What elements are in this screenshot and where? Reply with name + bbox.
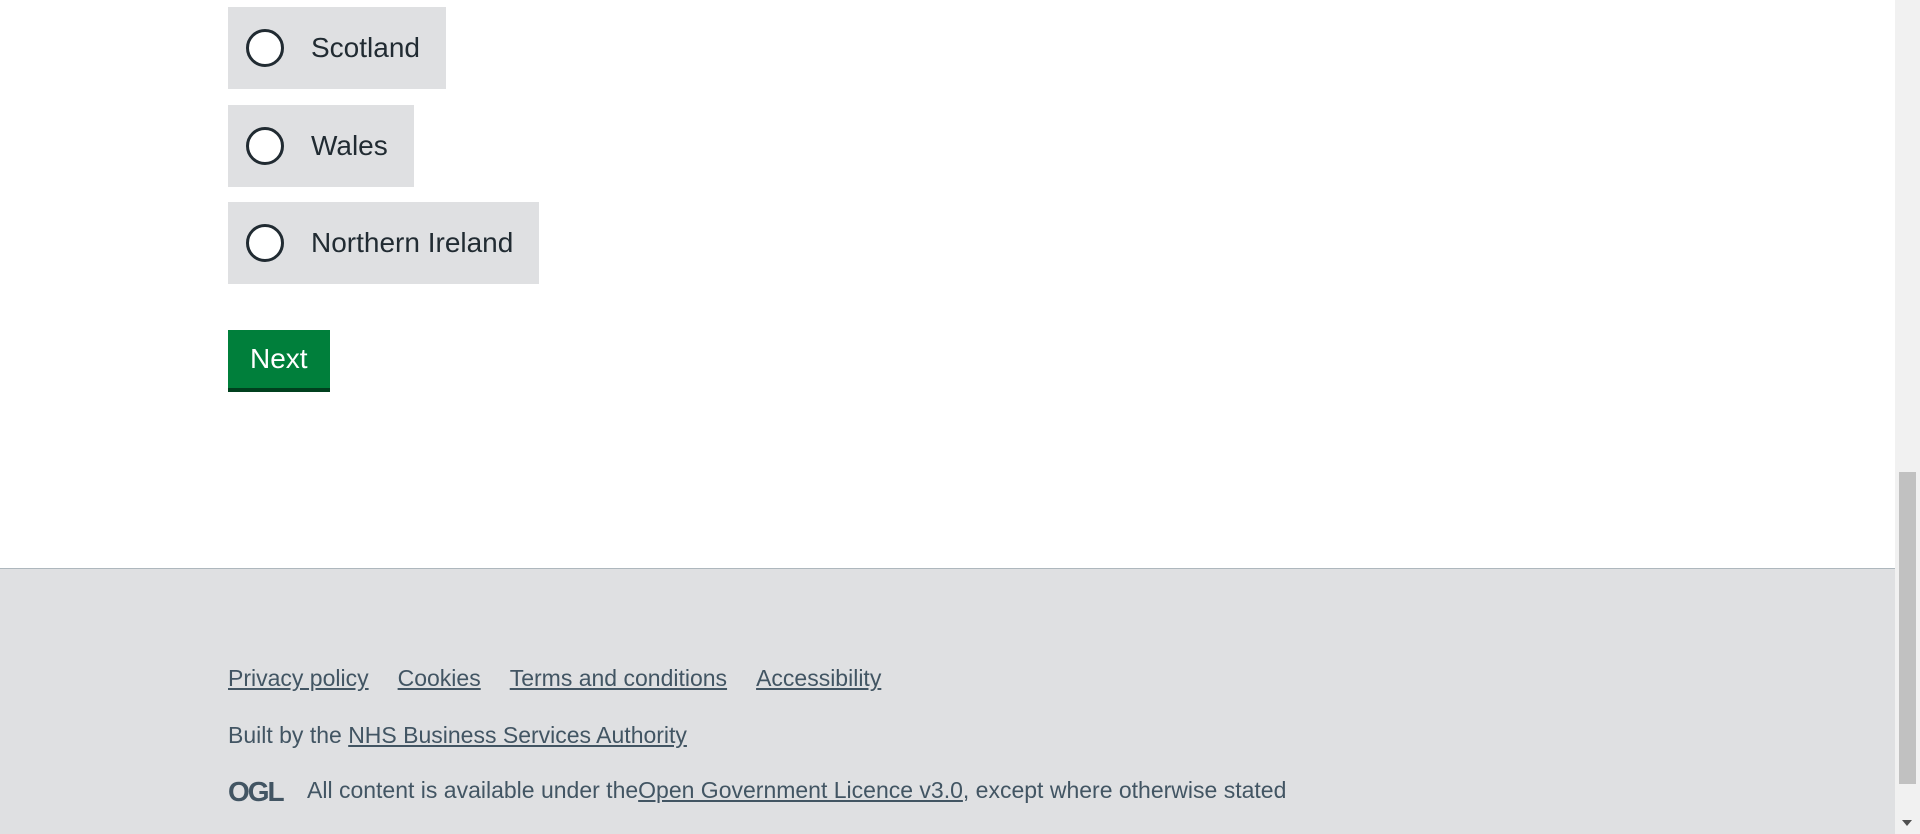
accessibility-link[interactable]: Accessibility [756, 665, 881, 692]
privacy-policy-link[interactable]: Privacy policy [228, 665, 369, 692]
radio-label[interactable]: Wales [311, 130, 388, 162]
open-government-licence-link[interactable]: Open Government Licence v3.0 [638, 777, 963, 804]
licence-text: OGL All content is available under the O… [228, 777, 1286, 804]
licence-suffix: , except where otherwise stated [962, 777, 1287, 803]
radio-button[interactable] [246, 29, 284, 67]
radio-button[interactable] [246, 127, 284, 165]
scrollbar-thumb[interactable] [1899, 472, 1916, 784]
radio-option-wales[interactable]: Wales [228, 105, 414, 187]
cookies-link[interactable]: Cookies [398, 665, 481, 692]
next-button[interactable]: Next [228, 330, 330, 392]
radio-button[interactable] [246, 224, 284, 262]
footer-links: Privacy policy Cookies Terms and conditi… [228, 665, 881, 692]
radio-label[interactable]: Northern Ireland [311, 227, 513, 259]
scroll-down-arrow-icon[interactable] [1902, 820, 1912, 826]
ogl-logo-icon: OGL [228, 778, 287, 804]
ogl-logo-text: OGL [228, 778, 285, 804]
terms-and-conditions-link[interactable]: Terms and conditions [510, 665, 727, 692]
viewport: Scotland Wales Northern Ireland Next Pri… [0, 0, 1895, 834]
nhs-bsa-link[interactable]: NHS Business Services Authority [348, 722, 687, 748]
radio-label[interactable]: Scotland [311, 32, 420, 64]
radio-option-northern-ireland[interactable]: Northern Ireland [228, 202, 540, 284]
footer: Privacy policy Cookies Terms and conditi… [0, 568, 1895, 834]
built-by-prefix: Built by the [228, 722, 349, 748]
main-content: Scotland Wales Northern Ireland Next [0, 0, 1895, 568]
page: Scotland Wales Northern Ireland Next Pri… [0, 0, 1920, 834]
built-by-text: Built by the NHS Business Services Autho… [228, 722, 687, 749]
licence-prefix: All content is available under the [307, 777, 639, 803]
vertical-scrollbar[interactable] [1895, 0, 1920, 834]
radio-option-scotland[interactable]: Scotland [228, 7, 446, 89]
